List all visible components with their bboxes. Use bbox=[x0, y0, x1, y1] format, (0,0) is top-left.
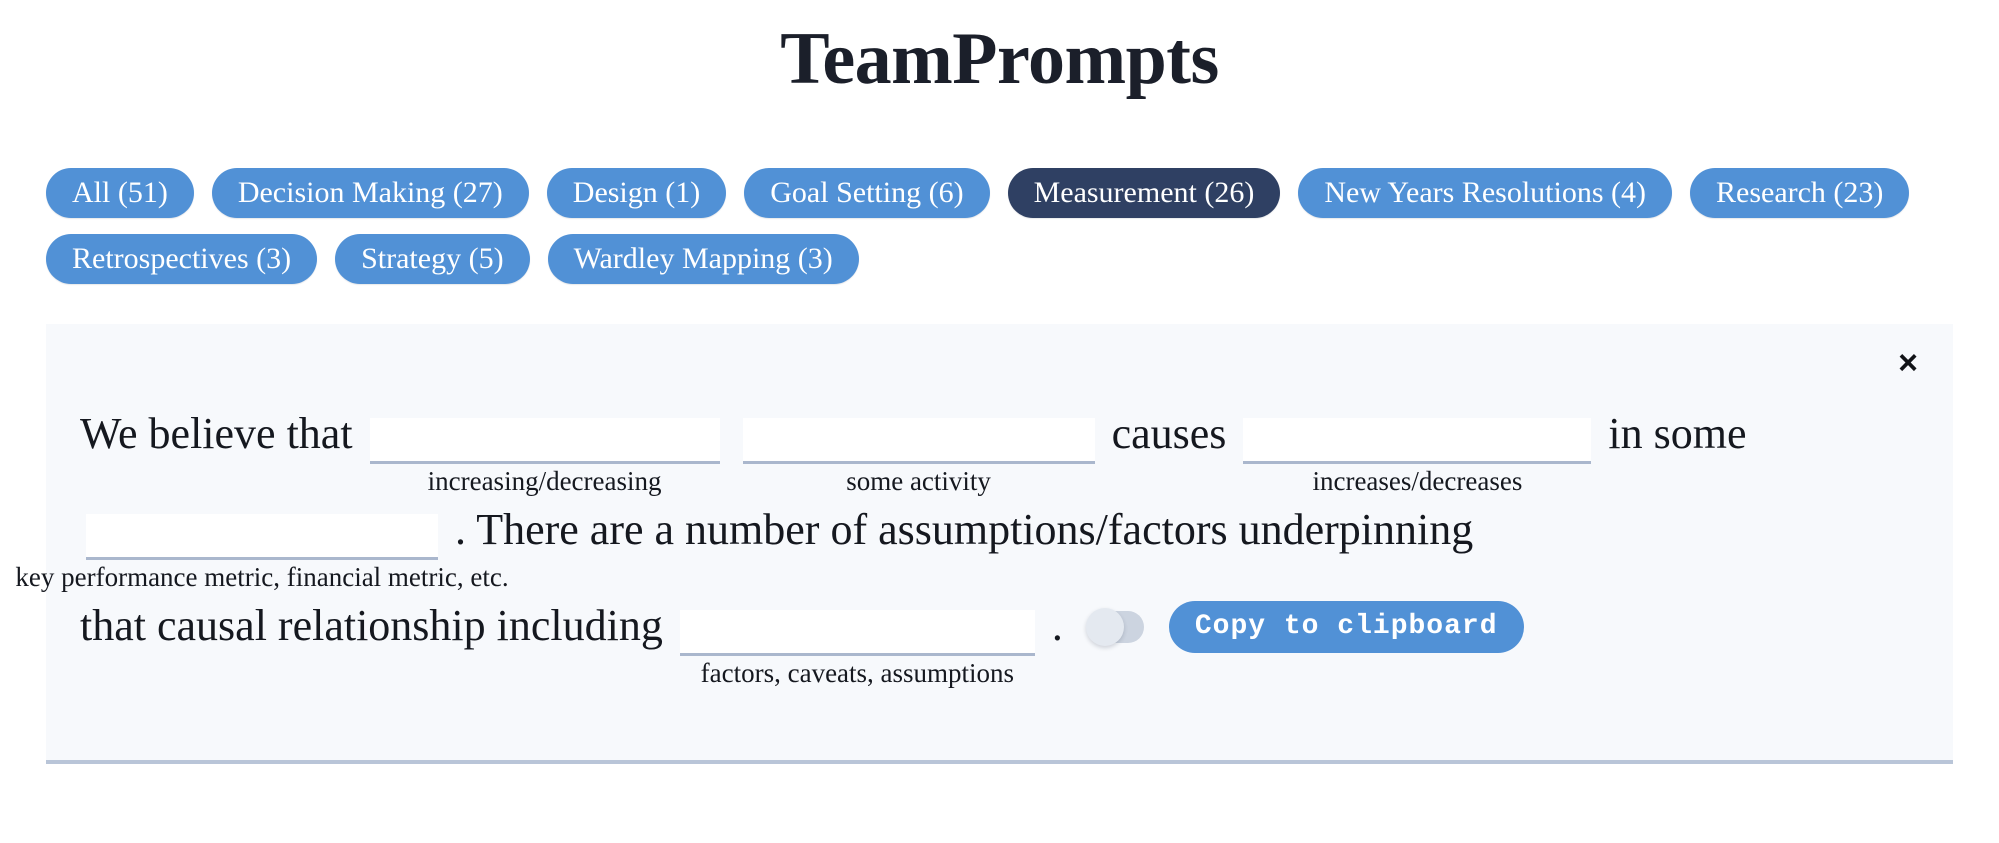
input-some-activity[interactable] bbox=[742, 417, 1095, 464]
close-icon[interactable]: × bbox=[1891, 346, 1925, 380]
toggle-knob bbox=[1085, 607, 1124, 646]
filter-pill-label: Retrospectives (3) bbox=[72, 242, 292, 275]
filter-pill-label: New Years Resolutions (4) bbox=[1324, 176, 1646, 209]
blank-caption: some activity bbox=[846, 465, 991, 496]
filter-pill-design[interactable]: Design (1) bbox=[546, 168, 727, 218]
filter-pill-decision-making[interactable]: Decision Making (27) bbox=[211, 168, 529, 218]
prompt-template-text: We believe that increasing/decreasing so… bbox=[15, 386, 1919, 688]
prompt-card: × We believe that increasing/decreasing … bbox=[15, 324, 1953, 764]
filter-pill-label: Research (23) bbox=[1716, 176, 1884, 209]
blank-field-4: key performance metric, financial metric… bbox=[15, 513, 509, 592]
input-key-performance-metric[interactable] bbox=[86, 513, 438, 560]
filter-pill-label: Decision Making (27) bbox=[237, 176, 503, 209]
filter-pill-label: Design (1) bbox=[572, 176, 701, 209]
copy-button-label: Copy to clipboard bbox=[1194, 610, 1498, 642]
prompt-text-segment: causes bbox=[1111, 409, 1227, 458]
filter-tag-list: All (51) Decision Making (27) Design (1)… bbox=[0, 168, 1999, 284]
filter-pill-research[interactable]: Research (23) bbox=[1690, 168, 1910, 218]
blank-field-2: some activity bbox=[742, 417, 1095, 496]
filter-pill-label: Measurement (26) bbox=[1033, 176, 1255, 209]
filter-pill-measurement[interactable]: Measurement (26) bbox=[1007, 168, 1281, 218]
filter-pill-retrospectives[interactable]: Retrospectives (3) bbox=[46, 234, 318, 284]
filter-pill-label: Strategy (5) bbox=[361, 242, 504, 275]
blank-field-5: factors, caveats, assumptions bbox=[679, 609, 1035, 688]
filter-pill-new-years-resolutions[interactable]: New Years Resolutions (4) bbox=[1298, 168, 1672, 218]
filter-pill-label: All (51) bbox=[72, 176, 168, 209]
filter-pill-all[interactable]: All (51) bbox=[46, 168, 194, 218]
prompt-text-segment: . There are a number of assumptions/fact… bbox=[455, 505, 1474, 554]
blank-caption: increasing/decreasing bbox=[427, 465, 662, 496]
prompt-text-segment: We believe that bbox=[80, 409, 353, 458]
input-factors-caveats-assumptions[interactable] bbox=[679, 609, 1035, 656]
filter-pill-wardley-mapping[interactable]: Wardley Mapping (3) bbox=[547, 234, 859, 284]
filter-pill-label: Goal Setting (6) bbox=[770, 176, 964, 209]
blank-field-3: increases/decreases bbox=[1243, 417, 1592, 496]
filter-pill-goal-setting[interactable]: Goal Setting (6) bbox=[744, 168, 990, 218]
blank-caption: factors, caveats, assumptions bbox=[700, 657, 1015, 688]
input-increasing-decreasing[interactable] bbox=[369, 417, 720, 464]
blank-caption: increases/decreases bbox=[1312, 465, 1523, 496]
prompt-text-segment: some bbox=[1653, 409, 1747, 458]
copy-to-clipboard-button[interactable]: Copy to clipboard bbox=[1168, 600, 1524, 653]
prompt-text-segment: that causal relationship including bbox=[80, 601, 663, 650]
blank-field-1: increasing/decreasing bbox=[369, 417, 720, 496]
filter-pill-label: Wardley Mapping (3) bbox=[573, 242, 833, 275]
input-increases-decreases[interactable] bbox=[1243, 417, 1592, 464]
filter-pill-strategy[interactable]: Strategy (5) bbox=[335, 234, 530, 284]
expand-toggle[interactable] bbox=[1085, 607, 1144, 646]
prompt-text-segment: in bbox=[1608, 409, 1643, 458]
blank-caption: key performance metric, financial metric… bbox=[15, 561, 509, 592]
page-title: TeamPrompts bbox=[780, 18, 1219, 100]
prompt-text-segment: . bbox=[1051, 601, 1063, 650]
